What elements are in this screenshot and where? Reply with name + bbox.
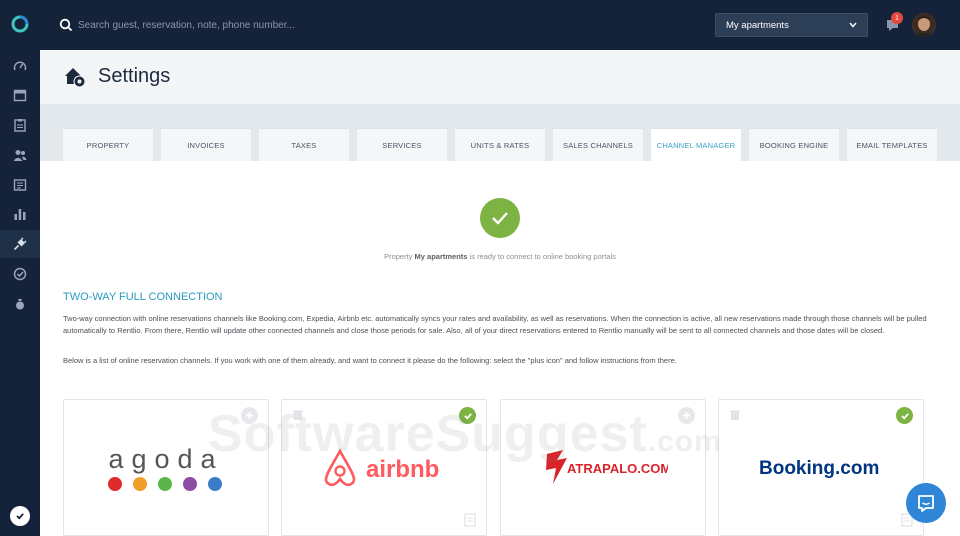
page-title: Settings: [98, 65, 171, 87]
list-document-icon: [13, 179, 27, 191]
section-title: TWO-WAY FULL CONNECTION: [63, 291, 223, 303]
watermark: SoftwareSuggest.com: [208, 404, 722, 464]
plug-icon: [13, 237, 27, 251]
property-select[interactable]: My apartments: [715, 13, 868, 37]
ready-status-text: Property My apartments is ready to conne…: [300, 252, 700, 261]
booking-logo: Booking.com: [759, 458, 879, 479]
watermark-suffix: .com: [647, 425, 722, 458]
tab-property[interactable]: PROPERTY: [63, 128, 153, 161]
ready-status-prefix: Property: [384, 252, 413, 261]
tab-email-templates[interactable]: EMAIL TEMPLATES: [847, 128, 937, 161]
checkmark-icon: [900, 412, 909, 420]
notification-badge: 1: [891, 12, 903, 24]
user-portrait-icon: [912, 13, 936, 37]
check-circle-icon: [13, 267, 27, 281]
booking-logo-text: Booking.com: [759, 458, 879, 479]
sidebar-item-dashboard[interactable]: [0, 52, 40, 80]
chevron-down-icon: [849, 22, 857, 28]
connected-badge: [896, 407, 913, 424]
ready-status-suffix: is ready to connect to online booking po…: [469, 252, 616, 261]
tab-taxes[interactable]: TAXES: [259, 128, 349, 161]
clipboard-icon: [14, 119, 26, 132]
property-select-value: My apartments: [726, 19, 789, 31]
tab-units-rates[interactable]: UNITS & RATES: [455, 128, 545, 161]
checkmark-icon: [492, 212, 508, 225]
user-avatar[interactable]: [912, 13, 936, 37]
section-description: Two-way connection with online reservati…: [63, 314, 927, 335]
users-icon: [13, 150, 27, 161]
bar-chart-icon: [14, 209, 26, 220]
sidebar-item-tasks[interactable]: [0, 260, 40, 288]
speedometer-icon: [13, 61, 27, 71]
section-instructions: Below is a list of online reservation ch…: [63, 356, 677, 365]
tab-channel-manager[interactable]: CHANNEL MANAGER: [651, 128, 741, 161]
sidebar-item-finance[interactable]: [0, 290, 40, 318]
app-logo-icon[interactable]: [10, 14, 30, 34]
ready-status-indicator: [480, 198, 520, 238]
tab-invoices[interactable]: INVOICES: [161, 128, 251, 161]
money-bag-icon: [16, 299, 24, 310]
page-header: Settings: [40, 50, 960, 104]
checkmark-icon: [16, 513, 24, 520]
search-icon: [59, 18, 73, 32]
sidebar-item-calendar[interactable]: [0, 81, 40, 109]
tab-services[interactable]: SERVICES: [357, 128, 447, 161]
house-gear-icon: [65, 68, 86, 88]
sidebar-item-reservations[interactable]: [0, 111, 40, 139]
sidebar-item-reports[interactable]: [0, 200, 40, 228]
settings-tabs: PROPERTY INVOICES TAXES SERVICES UNITS &…: [40, 104, 960, 161]
topbar: My apartments 1: [40, 0, 960, 50]
channel-card-booking[interactable]: Booking.com: [718, 399, 924, 536]
chat-support-button[interactable]: [906, 483, 946, 523]
sidebar-item-guests[interactable]: [0, 141, 40, 169]
chat-bubble-icon: [918, 495, 934, 512]
calendar-icon: [13, 89, 27, 102]
tab-sales-channels[interactable]: SALES CHANNELS: [553, 128, 643, 161]
trash-icon[interactable]: [729, 409, 741, 421]
tab-booking-engine[interactable]: BOOKING ENGINE: [749, 128, 839, 161]
watermark-text: SoftwareSuggest: [208, 405, 648, 463]
help-check-button[interactable]: [10, 506, 30, 526]
sidebar: [0, 0, 40, 536]
agoda-logo-text: agoda: [108, 444, 223, 474]
ready-status-property: My apartments: [414, 252, 468, 261]
sidebar-item-integrations[interactable]: [0, 230, 40, 258]
document-icon[interactable]: [464, 513, 476, 527]
search-input[interactable]: [78, 15, 478, 35]
sidebar-item-invoices[interactable]: [0, 171, 40, 199]
